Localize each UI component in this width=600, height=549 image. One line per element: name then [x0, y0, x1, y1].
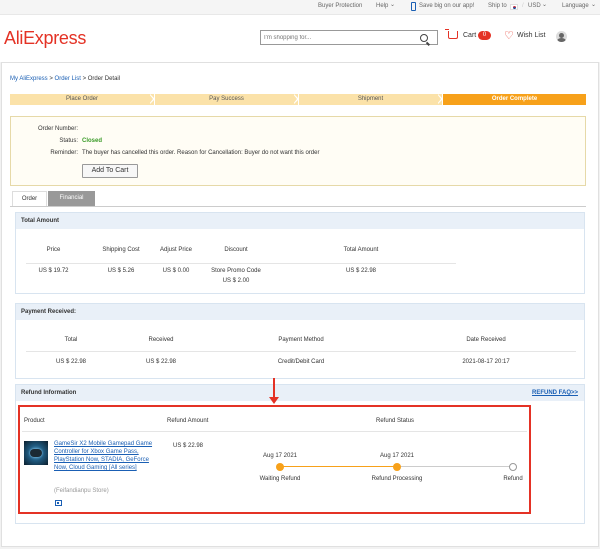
language-chevron-icon: ⌄ [591, 2, 597, 8]
breadcrumb: My AliExpress > Order List > Order Detai… [10, 76, 120, 82]
total-amount-header: Total Amount [343, 247, 379, 253]
payment-method-value: Credit/Debit Card [277, 359, 325, 365]
step-pay-success: Pay Success [155, 94, 298, 105]
app-promo-link[interactable]: Save big on our app! [419, 3, 474, 9]
total-amount-value: US $ 22.98 [345, 268, 377, 274]
buyer-protection-link[interactable]: Buyer Protection [318, 3, 362, 9]
wishlist-link[interactable]: Wish List [517, 32, 545, 39]
ship-to-label[interactable]: Ship to [488, 3, 507, 9]
refund-status-header: Refund Status [376, 418, 415, 424]
help-chevron-icon: ⌄ [390, 2, 396, 8]
total-amount-section: Total Amount Price Shipping Cost Adjust … [15, 212, 585, 294]
step-place-order: Place Order [10, 94, 154, 105]
language-selector[interactable]: Language [562, 3, 589, 9]
order-number-label: Order Number: [37, 126, 78, 132]
top-bar: Buyer Protection Help ⌄ Save big on our … [0, 0, 600, 15]
section-title: Payment Received: [16, 304, 584, 320]
help-menu[interactable]: Help [376, 3, 388, 9]
breadcrumb-separator: > [82, 76, 87, 82]
timeline-date-1: Aug 17 2021 [262, 453, 298, 459]
currency-chevron-icon: ⌄ [542, 2, 548, 8]
refund-amount-value: US $ 22.98 [173, 443, 204, 449]
price-value: US $ 19.72 [38, 268, 69, 274]
tab-order[interactable]: Order [12, 191, 47, 206]
phone-icon [411, 2, 416, 11]
timeline-label-processing: Refund Processing [371, 476, 423, 482]
heart-icon[interactable]: ♡ [504, 31, 514, 42]
status-value: Closed [82, 138, 103, 144]
search-icon [420, 34, 428, 42]
section-title: Total Amount [16, 213, 584, 229]
timeline-label-waiting: Waiting Refund [259, 476, 301, 482]
product-title-link[interactable]: GameSir X2 Mobile Gamepad Game Controlle… [54, 440, 162, 472]
shipping-cost-value: US $ 5.26 [107, 268, 135, 274]
timeline-label-refund: Refund [503, 476, 523, 482]
snapshot-icon[interactable] [55, 500, 62, 506]
add-to-cart-button[interactable]: Add To Cart [82, 164, 138, 178]
payment-method-header: Payment Method [278, 337, 324, 343]
timeline-progress [280, 466, 397, 467]
search-button[interactable] [411, 30, 438, 45]
breadcrumb-current: Order Detail [87, 76, 121, 82]
annotation-arrow-head [269, 397, 279, 404]
breadcrumb-order-list[interactable]: Order List [55, 76, 81, 82]
total-header: Total [64, 337, 78, 343]
price-header: Price [46, 247, 61, 253]
received-header: Received [148, 337, 174, 343]
received-value: US $ 22.98 [145, 359, 177, 365]
product-header: Product [24, 418, 45, 424]
cart-icon[interactable] [445, 29, 458, 39]
refund-faq-link[interactable]: REFUND FAQ>> [532, 385, 578, 401]
korea-flag-icon [510, 4, 518, 10]
timeline-dot-refund [509, 463, 517, 471]
product-thumbnail[interactable] [24, 441, 48, 465]
currency-selector[interactable]: USD [528, 3, 541, 9]
avatar[interactable] [556, 31, 567, 42]
step-shipment: Shipment [299, 94, 442, 105]
reminder-label: Reminder: [50, 150, 78, 156]
search-input[interactable] [261, 31, 409, 44]
divider: / [522, 3, 524, 9]
timeline-dot-waiting [276, 463, 284, 471]
breadcrumb-my-aliexpress[interactable]: My AliExpress [10, 76, 48, 82]
timeline-date-2: Aug 17 2021 [379, 453, 415, 459]
discount-header: Discount [224, 247, 248, 253]
tab-financial[interactable]: Financial [48, 191, 95, 206]
adjust-price-value: US $ 0.00 [162, 268, 190, 274]
date-received-header: Date Received [466, 337, 506, 343]
payment-received-section: Payment Received: Total Received Payment… [15, 303, 585, 379]
adjust-price-header: Adjust Price [159, 247, 192, 253]
refund-amount-header: Refund Amount [167, 418, 209, 424]
step-order-complete: Order Complete [443, 94, 586, 105]
timeline-remaining [397, 466, 513, 467]
date-received-value: 2021-08-17 20:17 [462, 359, 510, 365]
section-title: Refund Information [16, 385, 584, 401]
order-progress-steps: Place Order Pay Success Shipment Order C… [10, 94, 586, 105]
timeline-dot-processing [393, 463, 401, 471]
store-name[interactable]: (Feifandianpu Store) [54, 488, 109, 494]
breadcrumb-separator: > [49, 76, 53, 82]
discount-code: Store Promo Code [211, 268, 261, 274]
status-label: Status: [59, 138, 78, 144]
cart-link[interactable]: Cart [463, 32, 476, 39]
reminder-value: The buyer has cancelled this order. Reas… [82, 150, 320, 156]
total-value: US $ 22.98 [55, 359, 87, 365]
tab-divider [10, 206, 586, 207]
discount-value: US $ 2.00 [222, 278, 250, 284]
search-box [260, 30, 412, 45]
aliexpress-logo[interactable]: AliExpress [4, 28, 86, 49]
shipping-cost-header: Shipping Cost [102, 247, 140, 253]
cart-count-badge: 0 [478, 31, 491, 40]
